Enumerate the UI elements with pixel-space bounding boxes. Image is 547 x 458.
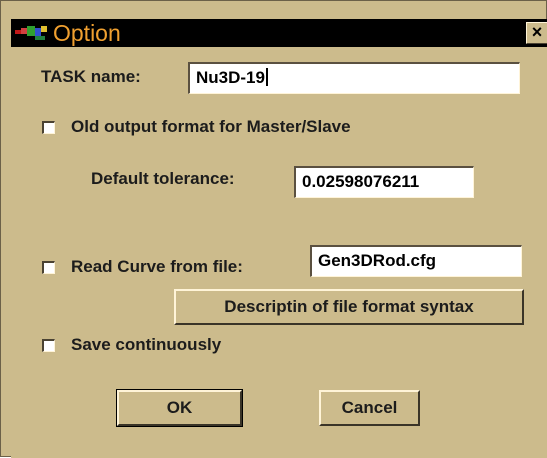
option-dialog: Option × TASK name: Nu3D-19 Old output f…: [0, 0, 547, 458]
default-tolerance-label: Default tolerance:: [91, 169, 235, 188]
app-logo-icon: [15, 26, 47, 40]
ok-label: OK: [166, 398, 193, 417]
task-name-label: TASK name:: [41, 67, 141, 86]
ok-button[interactable]: OK: [116, 389, 243, 427]
window-title: Option: [53, 20, 121, 46]
read-curve-label: Read Curve from file:: [71, 257, 243, 276]
cancel-label: Cancel: [341, 398, 398, 417]
file-format-syntax-label: Descriptin of file format syntax: [224, 297, 474, 316]
curve-file-input[interactable]: Gen3DRod.cfg: [310, 245, 522, 277]
save-continuously-checkbox[interactable]: [42, 339, 55, 352]
text-caret: [265, 68, 268, 86]
dialog-body: TASK name: Nu3D-19 Old output format for…: [11, 47, 547, 458]
default-tolerance-input[interactable]: 0.02598076211: [294, 166, 474, 198]
save-continuously-label: Save continuously: [71, 335, 222, 354]
default-tolerance-value: 0.02598076211: [302, 172, 420, 191]
old-output-label: Old output format for Master/Slave: [71, 117, 351, 136]
task-name-input[interactable]: Nu3D-19: [188, 62, 520, 94]
cancel-button[interactable]: Cancel: [319, 390, 420, 426]
curve-file-value: Gen3DRod.cfg: [318, 251, 437, 270]
file-format-syntax-button[interactable]: Descriptin of file format syntax: [174, 289, 524, 325]
task-name-value: Nu3D-19: [196, 68, 265, 87]
old-output-checkbox[interactable]: [42, 121, 55, 134]
close-icon[interactable]: ×: [526, 22, 547, 44]
read-curve-checkbox[interactable]: [42, 261, 55, 274]
title-bar[interactable]: Option ×: [11, 19, 547, 47]
